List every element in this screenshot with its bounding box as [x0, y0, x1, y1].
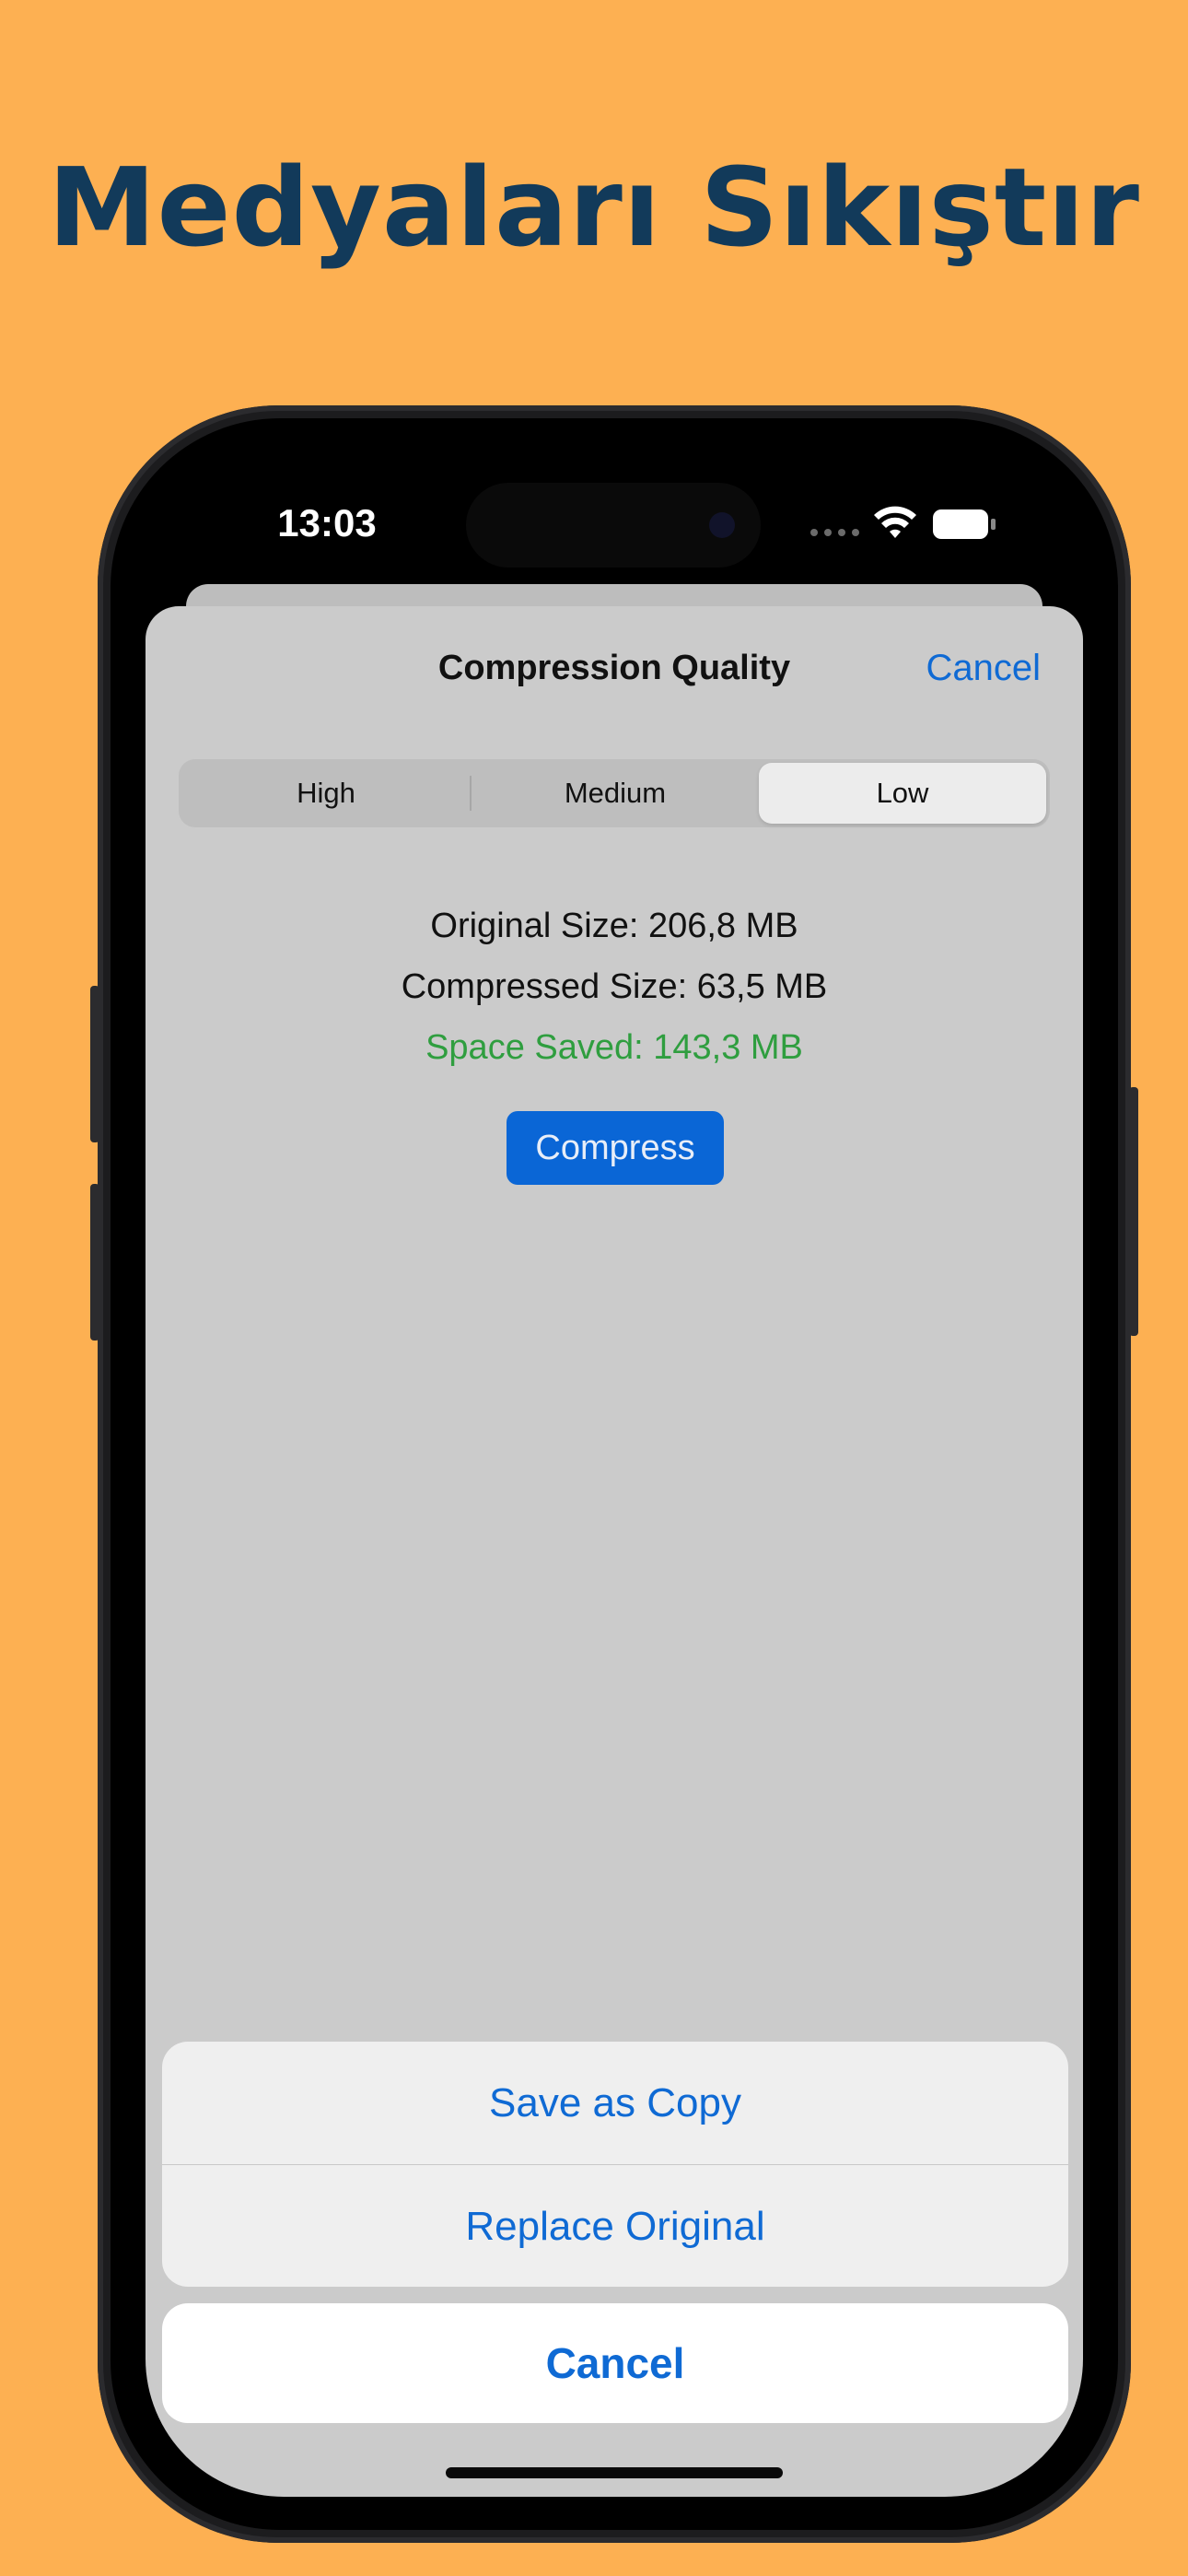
battery-full-icon [933, 509, 996, 539]
segment-medium[interactable]: Medium [472, 763, 759, 824]
home-indicator [446, 2467, 783, 2478]
sheet-cancel-button[interactable]: Cancel [926, 645, 1041, 691]
action-cancel-button[interactable]: Cancel [162, 2303, 1068, 2423]
volume-button [90, 1184, 99, 1341]
compression-sheet: Compression Quality Cancel High Medium L… [146, 606, 1083, 2497]
promo-canvas: Medyaları Sıkıştır 13:03 Compression Qua… [0, 0, 1188, 2576]
quality-segmented-control: High Medium Low [179, 759, 1050, 827]
original-size-label: Original Size: 206,8 MB [430, 907, 798, 945]
mute-switch [90, 986, 99, 1142]
save-as-copy-button[interactable]: Save as Copy [162, 2042, 1068, 2164]
power-button [1129, 1087, 1138, 1336]
wifi-icon [874, 506, 916, 538]
segment-high[interactable]: High [182, 763, 470, 824]
cellular-signal-icon [810, 529, 859, 536]
space-saved-label: Space Saved: 143,3 MB [425, 1028, 803, 1067]
compressed-size-label: Compressed Size: 63,5 MB [401, 967, 828, 1006]
compress-button[interactable]: Compress [507, 1111, 724, 1185]
action-sheet-group: Save as Copy Replace Original [162, 2042, 1068, 2287]
status-time: 13:03 [277, 501, 377, 544]
segment-low[interactable]: Low [759, 763, 1046, 824]
replace-original-button[interactable]: Replace Original [162, 2165, 1068, 2287]
headline: Medyaları Sıkıştır [48, 144, 1140, 271]
front-camera [709, 512, 735, 538]
